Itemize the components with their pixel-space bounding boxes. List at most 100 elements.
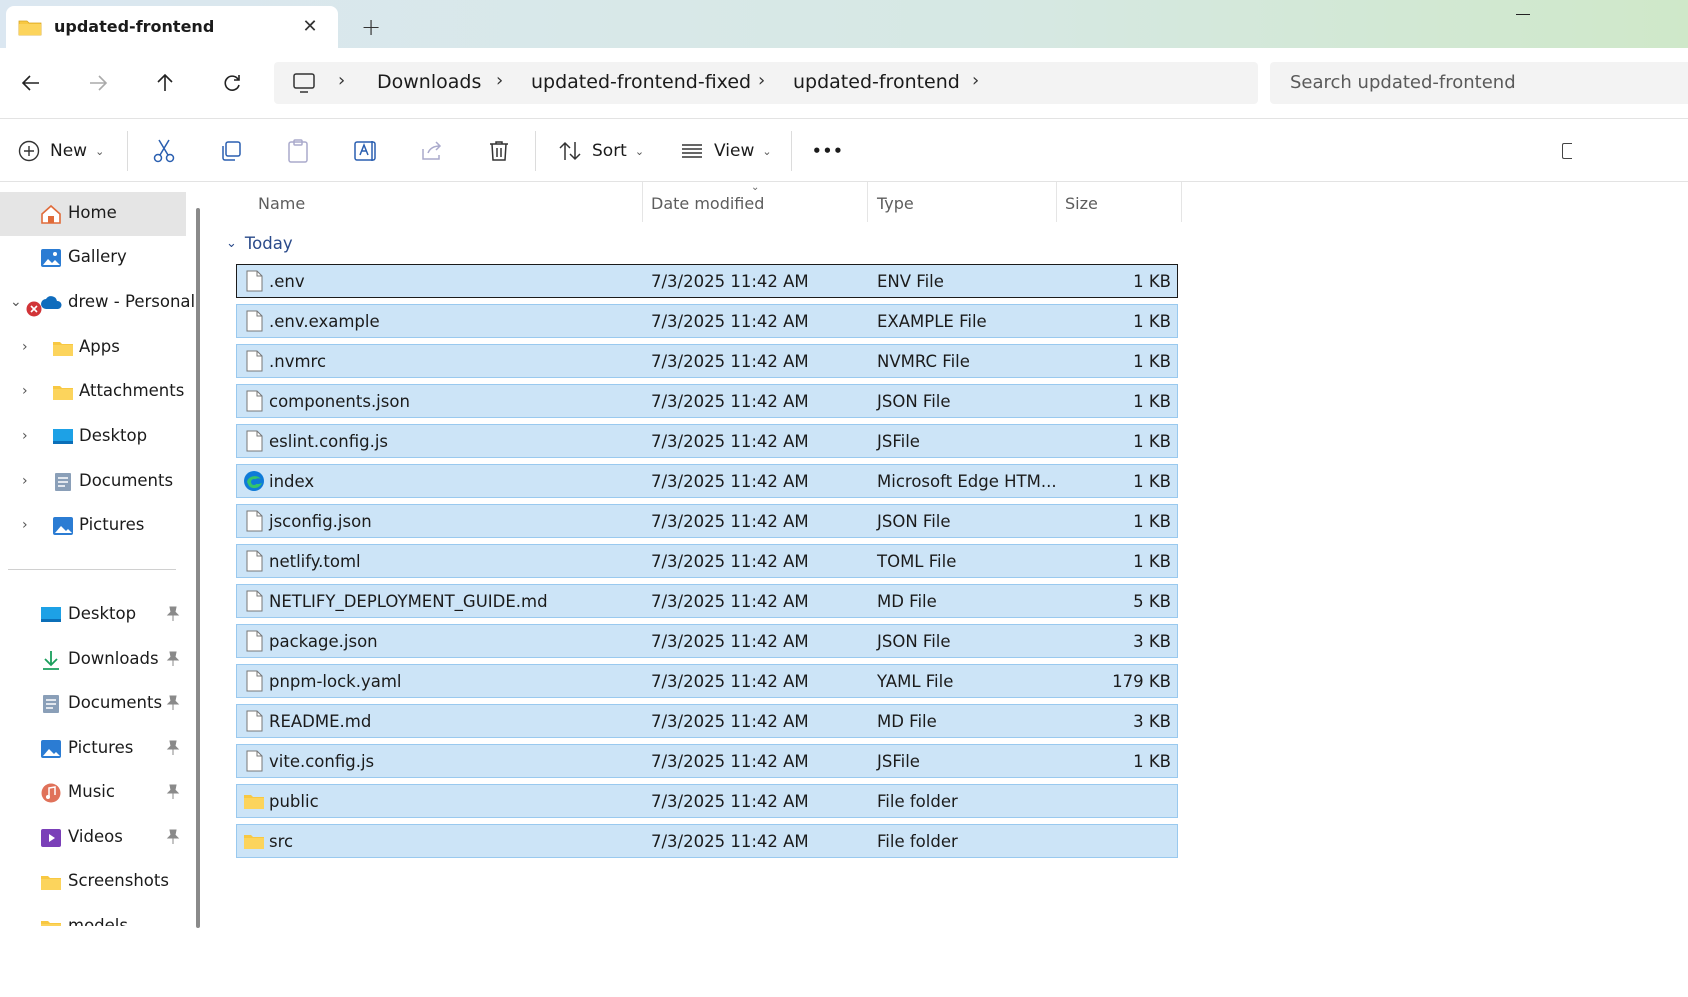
file-row[interactable]: .nvmrc 7/3/2025 11:42 AM NVMRC File 1 KB [236, 344, 1178, 378]
back-button[interactable] [14, 66, 48, 100]
file-name: .env.example [269, 312, 380, 331]
file-row[interactable]: pnpm-lock.yaml 7/3/2025 11:42 AM YAML File… [236, 664, 1178, 698]
sidebar-item-quick-videos[interactable]: Videos [0, 816, 186, 860]
error-status-icon [26, 301, 42, 317]
sidebar-item-quick-documents[interactable]: Documents [0, 682, 186, 726]
file-row[interactable]: package.json 7/3/2025 11:42 AM JSON File 3 … [236, 624, 1178, 658]
file-date: 7/3/2025 11:42 AM [651, 672, 809, 691]
copy-button[interactable] [219, 133, 243, 169]
column-header-date[interactable]: Date modified [651, 194, 764, 213]
file-row[interactable]: src 7/3/2025 11:42 AM File folder [236, 824, 1178, 858]
chevron-right-icon[interactable]: › [22, 473, 28, 489]
sort-button[interactable]: Sort ⌄ [558, 133, 644, 169]
new-tab-button[interactable]: + [358, 13, 384, 41]
refresh-button[interactable] [215, 66, 249, 100]
chevron-right-icon[interactable]: › [972, 70, 979, 91]
sidebar-item-quick-music[interactable]: Music [0, 771, 186, 815]
breadcrumb[interactable]: › Downloads › updated-frontend-fixed › u… [274, 62, 1258, 104]
details-pane-icon[interactable] [1562, 143, 1572, 159]
tab-close-button[interactable]: ✕ [300, 16, 320, 37]
breadcrumb-updated-frontend-fixed[interactable]: updated-frontend-fixed [531, 71, 751, 93]
pin-icon[interactable] [166, 695, 180, 711]
sidebar-item-gallery[interactable]: Gallery [0, 236, 186, 280]
pin-icon[interactable] [166, 784, 180, 800]
desktop-icon [41, 607, 61, 622]
column-header-name[interactable]: Name [258, 194, 305, 213]
search-input[interactable]: Search updated-frontend [1270, 62, 1688, 104]
sidebar-item-quick-downloads[interactable]: Downloads [0, 638, 186, 682]
folder-icon [243, 830, 265, 852]
new-button[interactable]: New ⌄ [18, 133, 104, 169]
sidebar-item-quick-desktop[interactable]: Desktop [0, 593, 186, 637]
file-size: 3 KB [1133, 712, 1171, 731]
sidebar-scrollbar[interactable] [196, 208, 200, 928]
column-divider[interactable] [642, 182, 643, 222]
file-name: components.json [269, 392, 410, 411]
sidebar-item-apps[interactable]: › Apps [0, 326, 186, 370]
paste-button[interactable] [286, 133, 310, 169]
file-date: 7/3/2025 11:42 AM [651, 512, 809, 531]
file-size: 1 KB [1133, 512, 1171, 531]
breadcrumb-downloads[interactable]: Downloads [377, 71, 481, 93]
share-button[interactable] [420, 133, 444, 169]
sidebar-item-home[interactable]: Home [0, 192, 186, 236]
file-size: 1 KB [1133, 432, 1171, 451]
file-row[interactable]: .env 7/3/2025 11:42 AM ENV File 1 KB [236, 264, 1178, 298]
sidebar-item-documents[interactable]: › Documents [0, 460, 186, 504]
file-row[interactable]: jsconfig.json 7/3/2025 11:42 AM JSON File 1… [236, 504, 1178, 538]
column-header-type[interactable]: Type [877, 194, 914, 213]
column-header-size[interactable]: Size [1065, 194, 1098, 213]
column-divider[interactable] [867, 182, 868, 222]
chevron-right-icon[interactable]: › [22, 383, 28, 399]
forward-button[interactable] [81, 66, 115, 100]
divider [535, 131, 536, 171]
downloads-icon [43, 651, 59, 670]
pin-icon[interactable] [166, 740, 180, 756]
group-header-today[interactable]: ⌄ Today [226, 234, 293, 253]
file-row[interactable]: NETLIFY_DEPLOYMENT_GUIDE.md 7/3/2025 11:4… [236, 584, 1178, 618]
file-row[interactable]: netlify.toml 7/3/2025 11:42 AM TOML File 1 … [236, 544, 1178, 578]
sidebar-item-onedrive[interactable]: ⌄ drew - Personal [0, 281, 195, 325]
chevron-right-icon: › [338, 70, 346, 91]
pin-icon[interactable] [166, 606, 180, 622]
cut-button[interactable] [152, 133, 176, 169]
delete-button[interactable] [487, 133, 511, 169]
file-row[interactable]: vite.config.js 7/3/2025 11:42 AM JSFile 1 K… [236, 744, 1178, 778]
more-options-button[interactable]: ••• [812, 133, 844, 169]
arrow-right-icon [90, 75, 108, 91]
file-row[interactable]: components.json 7/3/2025 11:42 AM JSON Fil… [236, 384, 1178, 418]
file-row[interactable]: public 7/3/2025 11:42 AM File folder [236, 784, 1178, 818]
file-row[interactable]: README.md 7/3/2025 11:42 AM MD File 3 KB [236, 704, 1178, 738]
file-row[interactable]: eslint.config.js 7/3/2025 11:42 AM JSFile 1… [236, 424, 1178, 458]
sidebar-label: models [68, 916, 128, 926]
breadcrumb-updated-frontend[interactable]: updated-frontend [793, 71, 960, 93]
chevron-right-icon: › [758, 70, 766, 91]
share-icon [422, 141, 442, 160]
pin-icon[interactable] [166, 651, 180, 667]
sidebar-item-attachments[interactable]: › Attachments [0, 370, 186, 414]
column-divider[interactable] [1056, 182, 1057, 222]
command-bar: New ⌄ Sort ⌄ View ⌄ ••• [0, 118, 1688, 182]
chevron-right-icon[interactable]: › [22, 517, 28, 533]
file-type: Microsoft Edge HTM... [877, 472, 1057, 491]
chevron-right-icon[interactable]: › [22, 428, 28, 444]
pin-icon[interactable] [166, 829, 180, 845]
file-date: 7/3/2025 11:42 AM [651, 432, 809, 451]
file-row[interactable]: index 7/3/2025 11:42 AM Microsoft Edge HTM… [236, 464, 1178, 498]
sidebar-item-quick-screenshots[interactable]: Screenshots [0, 860, 186, 904]
up-button[interactable] [148, 66, 182, 100]
column-divider[interactable] [1181, 182, 1182, 222]
sidebar-item-quick-pictures[interactable]: Pictures [0, 727, 186, 771]
chevron-right-icon: › [496, 70, 504, 91]
chevron-right-icon[interactable]: › [22, 339, 28, 355]
sidebar-item-desktop[interactable]: › Desktop [0, 415, 186, 459]
minimize-button[interactable] [1508, 4, 1538, 26]
view-button[interactable]: View ⌄ [680, 133, 772, 169]
sidebar-item-pictures[interactable]: › Pictures [0, 504, 186, 548]
file-date: 7/3/2025 11:42 AM [651, 832, 809, 851]
tab-active[interactable]: updated-frontend ✕ [6, 6, 338, 48]
chevron-down-icon[interactable]: ⌄ [10, 294, 22, 310]
rename-button[interactable] [353, 133, 379, 169]
file-row[interactable]: .env.example 7/3/2025 11:42 AM EXAMPLE Fil… [236, 304, 1178, 338]
sidebar-item-quick-models[interactable]: models [0, 905, 186, 926]
